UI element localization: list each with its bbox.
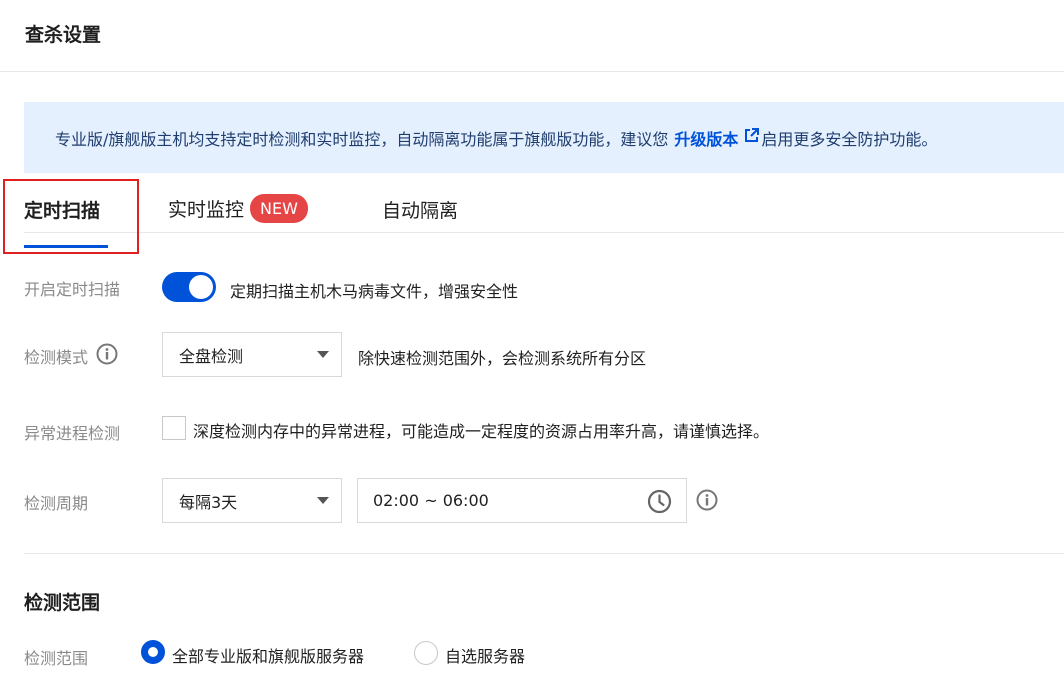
section-divider (24, 553, 1064, 554)
process-detection-label: 异常进程检测 (24, 424, 121, 443)
info-icon[interactable] (96, 343, 118, 369)
time-range-value: 02:00 ~ 06:00 (373, 491, 489, 510)
tab-auto-isolation[interactable]: 自动隔离 (382, 196, 458, 223)
upgrade-link-label: 升级版本 (674, 129, 739, 149)
enable-scan-toggle[interactable] (162, 272, 216, 302)
detection-mode-value: 全盘检测 (179, 346, 244, 366)
enable-scan-description: 定期扫描主机木马病毒文件，增强安全性 (230, 282, 519, 301)
scope-custom-label[interactable]: 自选服务器 (445, 643, 525, 667)
tab-realtime-monitor[interactable]: 实时监控 NEW (168, 194, 308, 223)
tab-label: 自动隔离 (382, 200, 459, 222)
period-interval-select[interactable]: 每隔3天 (162, 478, 342, 523)
scope-label: 检测范围 (24, 649, 89, 668)
detection-mode-label: 检测模式 (24, 348, 89, 367)
highlight-box (3, 179, 139, 254)
toggle-knob (189, 275, 213, 299)
tab-bar: 定时扫描 实时监控 NEW 自动隔离 (24, 180, 1064, 248)
period-interval-value: 每隔3天 (179, 492, 238, 512)
notice-text-after: 启用更多安全防护功能。 (761, 129, 938, 149)
process-detection-description: 深度检测内存中的异常进程，可能造成一定程度的资源占用率升高，请谨慎选择。 (193, 422, 770, 441)
new-badge: NEW (250, 194, 308, 223)
external-link-icon (744, 128, 760, 147)
detection-mode-row-label: 检测模式 (24, 343, 118, 369)
notice-banner: 专业版/旗舰版主机均支持定时检测和实时监控，自动隔离功能属于旗舰版功能，建议您 … (24, 102, 1064, 173)
detection-mode-select[interactable]: 全盘检测 (162, 332, 342, 377)
process-detection-checkbox[interactable] (162, 416, 186, 440)
tab-label: 实时监控 (168, 199, 245, 221)
enable-scan-label: 开启定时扫描 (24, 280, 121, 299)
scope-all-label[interactable]: 全部专业版和旗舰版服务器 (172, 643, 364, 667)
info-icon[interactable] (696, 489, 718, 515)
time-range-input[interactable]: 02:00 ~ 06:00 (357, 478, 687, 523)
page-title: 查杀设置 (25, 24, 102, 46)
chevron-down-icon (317, 351, 329, 358)
detection-mode-description: 除快速检测范围外，会检测系统所有分区 (358, 349, 647, 368)
upgrade-link[interactable]: 升级版本 (674, 126, 761, 150)
clock-icon (647, 489, 672, 518)
chevron-down-icon (317, 497, 329, 504)
notice-text-before: 专业版/旗舰版主机均支持定时检测和实时监控，自动隔离功能属于旗舰版功能，建议您 (55, 129, 669, 149)
scope-section-title: 检测范围 (24, 592, 101, 614)
title-divider (0, 71, 1064, 72)
detection-period-label: 检测周期 (24, 494, 89, 513)
scope-custom-radio[interactable] (414, 641, 438, 665)
scope-all-radio[interactable] (141, 640, 165, 664)
